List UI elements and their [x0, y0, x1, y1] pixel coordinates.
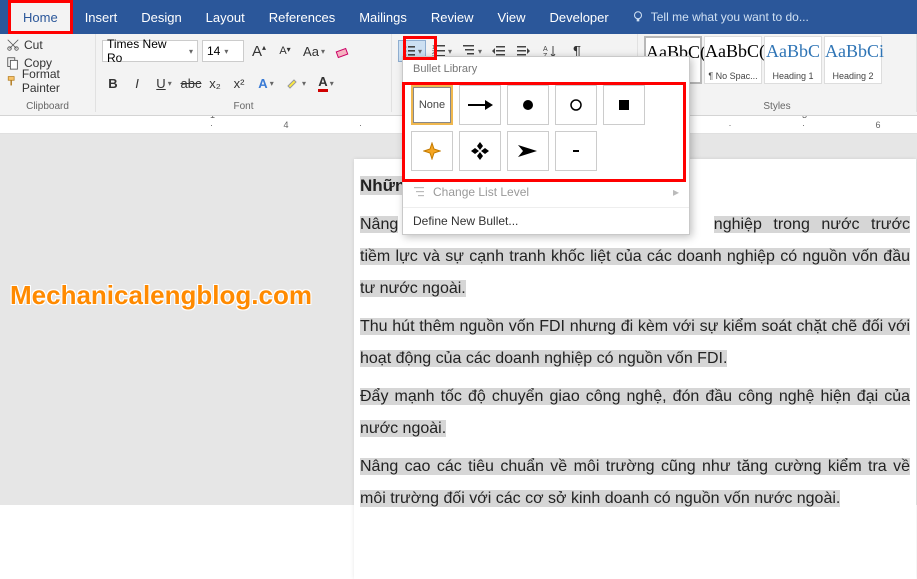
scissors-icon — [6, 38, 20, 52]
cut-label: Cut — [24, 38, 43, 52]
font-name-value: Times New Ro — [107, 37, 185, 65]
tab-insert[interactable]: Insert — [73, 0, 130, 34]
highlighter-icon — [286, 76, 300, 90]
tab-view[interactable]: View — [486, 0, 538, 34]
superscript-label: x² — [234, 76, 245, 91]
style-name: Heading 1 — [765, 71, 821, 81]
style-preview: AaBbC( — [705, 41, 761, 62]
text-effects-button[interactable]: A▾ — [252, 72, 280, 94]
doc-p1a: Nâng — [360, 216, 398, 233]
sparkle-icon — [423, 142, 441, 160]
arrow-icon — [467, 98, 493, 112]
italic-button[interactable]: I — [126, 72, 148, 94]
tab-developer[interactable]: Developer — [537, 0, 620, 34]
dash-icon — [569, 144, 583, 158]
style-no-spacing[interactable]: AaBbC( ¶ No Spac... — [704, 36, 762, 84]
style-preview: AaBbCi — [825, 41, 881, 62]
italic-label: I — [135, 76, 139, 91]
format-painter-label: Format Painter — [22, 67, 89, 95]
bullet-option-arrowhead[interactable] — [507, 131, 549, 171]
style-heading1[interactable]: AaBbC Heading 1 — [764, 36, 822, 84]
eraser-icon — [335, 43, 351, 59]
bold-button[interactable]: B — [102, 72, 124, 94]
change-case-button[interactable]: Aa▾ — [300, 40, 328, 62]
bullet-library-title: Bullet Library — [403, 57, 689, 81]
tell-me-search[interactable]: Tell me what you want to do... — [631, 10, 809, 24]
tab-layout[interactable]: Layout — [194, 0, 257, 34]
bullet-option-circle[interactable] — [555, 85, 597, 125]
square-icon — [617, 98, 631, 112]
level-icon — [413, 185, 427, 199]
group-font: Times New Ro▾ 14▾ A▴ A▾ Aa▾ B I U▾ abc x… — [96, 34, 392, 112]
ribbon-tabbar: Home Insert Design Layout References Mai… — [0, 0, 917, 34]
bullet-option-square[interactable] — [603, 85, 645, 125]
change-list-level-item: Change List Level ▸ — [403, 179, 689, 205]
style-name: ¶ No Spac... — [705, 71, 761, 81]
lightbulb-icon — [631, 10, 645, 24]
format-painter-button[interactable]: Format Painter — [6, 72, 89, 90]
strikethrough-button[interactable]: abc — [180, 72, 202, 94]
doc-p2: Thu hút thêm nguồn vốn FDI nhưng đi kèm … — [360, 318, 910, 367]
style-heading2[interactable]: AaBbCi Heading 2 — [824, 36, 882, 84]
shrink-font-button[interactable]: A▾ — [274, 40, 296, 62]
tab-mailings[interactable]: Mailings — [347, 0, 419, 34]
style-name: Heading 2 — [825, 71, 881, 81]
font-size-value: 14 — [207, 44, 220, 58]
bullet-grid: None — [403, 81, 689, 179]
bullet-library-popup: Bullet Library None Change List Level ▸ … — [402, 56, 690, 235]
copy-icon — [6, 56, 20, 70]
bullet-option-disc[interactable] — [507, 85, 549, 125]
watermark-text: Mechanicalengblog.com — [10, 280, 312, 311]
bullet-option-star4[interactable] — [411, 131, 453, 171]
tab-review[interactable]: Review — [419, 0, 486, 34]
doc-p3: Đẩy mạnh tốc độ chuyển giao công nghệ, đ… — [360, 388, 910, 437]
doc-p4: Nâng cao các tiêu chuẩn về môi trường cũ… — [360, 458, 910, 507]
tell-me-label: Tell me what you want to do... — [651, 10, 809, 24]
subscript-label: x₂ — [209, 76, 221, 91]
bold-label: B — [108, 76, 117, 91]
group-clipboard: Cut Copy Format Painter Clipboard — [0, 34, 96, 112]
tab-design[interactable]: Design — [129, 0, 193, 34]
arrowhead-icon — [517, 144, 539, 158]
change-case-label: Aa — [303, 44, 319, 59]
bullet-option-arrow[interactable] — [459, 85, 501, 125]
cut-button[interactable]: Cut — [6, 36, 89, 54]
define-new-bullet-item[interactable]: Define New Bullet... — [403, 207, 689, 234]
superscript-button[interactable]: x² — [228, 72, 250, 94]
highlight-color-button[interactable]: ▾ — [282, 72, 310, 94]
doc-heading: Nhữn — [360, 176, 405, 195]
bullet-option-diamonds[interactable] — [459, 131, 501, 171]
diamonds-icon — [470, 141, 490, 161]
bullet-option-none[interactable]: None — [411, 85, 453, 125]
tab-references[interactable]: References — [257, 0, 347, 34]
underline-button[interactable]: U▾ — [150, 72, 178, 94]
disc-icon — [521, 98, 535, 112]
style-preview: AaBbC — [765, 41, 821, 62]
circle-icon — [569, 98, 583, 112]
font-name-select[interactable]: Times New Ro▾ — [102, 40, 198, 62]
font-size-select[interactable]: 14▾ — [202, 40, 244, 62]
svg-text:A: A — [543, 46, 548, 53]
change-list-level-label: Change List Level — [433, 185, 529, 199]
subscript-button[interactable]: x₂ — [204, 72, 226, 94]
grow-font-button[interactable]: A▴ — [248, 40, 270, 62]
underline-label: U — [156, 76, 165, 91]
font-color-button[interactable]: A▾ — [312, 72, 340, 94]
clear-formatting-button[interactable] — [332, 40, 354, 62]
strike-label: abc — [181, 76, 202, 91]
bullet-option-dash[interactable] — [555, 131, 597, 171]
clipboard-group-title: Clipboard — [0, 101, 95, 112]
brush-icon — [6, 74, 18, 88]
tab-home[interactable]: Home — [8, 0, 73, 34]
font-group-title: Font — [96, 101, 391, 112]
